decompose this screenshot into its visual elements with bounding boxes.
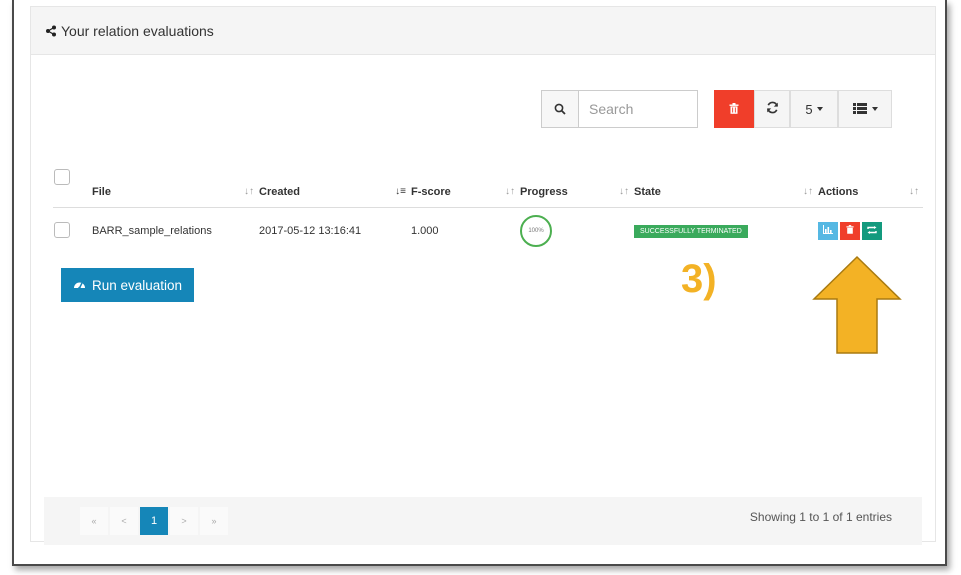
select-all-cell [53, 159, 91, 208]
col-created-label: Created [259, 186, 300, 198]
retweet-icon [867, 225, 877, 237]
col-state-label: State [634, 186, 661, 198]
col-actions-label: Actions [818, 186, 859, 198]
toolbar: 5 [541, 90, 892, 128]
share-icon [45, 25, 57, 37]
delete-row-button[interactable] [840, 222, 861, 240]
table-row: BARR_sample_relations 2017-05-12 13:16:4… [53, 208, 923, 255]
run-evaluation-label: Run evaluation [92, 277, 183, 293]
delete-all-button[interactable] [714, 90, 754, 128]
rerun-button[interactable] [862, 222, 883, 240]
pagination-prev[interactable]: < [110, 507, 138, 535]
window-frame: Your relation evaluations Search 5 File … [12, 0, 947, 566]
col-file-label: File [92, 186, 111, 198]
list-icon [852, 102, 867, 117]
col-progress-label: Progress [520, 186, 568, 198]
search-input[interactable] [578, 90, 698, 128]
row-select-cell [53, 208, 91, 255]
col-created[interactable]: Created ↓≡ [258, 159, 410, 208]
progress-indicator: 100% [520, 215, 552, 247]
col-state[interactable]: State ↓↑ [633, 159, 817, 208]
chevron-down-icon [871, 107, 878, 111]
sort-icon: ↓↑ [803, 186, 813, 197]
panel-title: Your relation evaluations [61, 22, 214, 39]
col-file[interactable]: File ↓↑ [91, 159, 258, 208]
sort-icon: ↓↑ [505, 186, 515, 197]
table-header-row: File ↓↑ Created ↓≡ F-score ↓↑ Progress ↓↑ St… [53, 159, 923, 208]
pagination-first[interactable]: « [80, 507, 108, 535]
columns-toggle-dropdown[interactable] [838, 90, 892, 128]
cell-file: BARR_sample_relations [92, 225, 212, 237]
sort-desc-icon: ↓≡ [395, 186, 406, 197]
cell-state: SUCCESSFULLY TERMINATED [633, 208, 817, 255]
table-footer: « < 1 > » Showing 1 to 1 of 1 entries [44, 497, 922, 545]
panel-header: Your relation evaluations [31, 7, 935, 55]
refresh-button[interactable] [754, 90, 790, 128]
annotation-step-label: 3) [681, 257, 717, 301]
col-fscore[interactable]: F-score ↓↑ [410, 159, 519, 208]
page-size-dropdown[interactable]: 5 [790, 90, 838, 128]
bar-chart-icon [823, 225, 833, 237]
progress-value: 100% [528, 228, 544, 234]
col-fscore-label: F-score [411, 186, 451, 198]
dashboard-icon [73, 278, 86, 293]
pagination-next[interactable]: > [170, 507, 198, 535]
evaluations-panel: Your relation evaluations Search 5 File … [30, 6, 936, 542]
pagination-last[interactable]: » [200, 507, 228, 535]
arrow-up-icon [812, 255, 902, 360]
pagination-page-1[interactable]: 1 [140, 507, 168, 535]
toolbar-button-group: 5 [714, 90, 892, 128]
col-actions[interactable]: Actions ↓↑ [817, 159, 923, 208]
sort-icon: ↓↑ [909, 186, 919, 197]
cell-progress: 100% [519, 208, 633, 255]
search-icon [541, 90, 578, 128]
run-evaluation-button[interactable]: Run evaluation [61, 268, 195, 302]
select-all-checkbox[interactable] [54, 169, 70, 185]
cell-created: 2017-05-12 13:16:41 [259, 225, 362, 237]
trash-icon [729, 102, 739, 117]
col-progress[interactable]: Progress ↓↑ [519, 159, 633, 208]
sort-icon: ↓↑ [244, 186, 254, 197]
row-checkbox[interactable] [54, 221, 70, 238]
chevron-down-icon [816, 107, 823, 111]
page-size-value: 5 [805, 101, 813, 117]
status-badge: SUCCESSFULLY TERMINATED [634, 225, 748, 238]
cell-actions [817, 208, 923, 255]
evaluations-table: File ↓↑ Created ↓≡ F-score ↓↑ Progress ↓↑ St… [53, 159, 923, 254]
sort-icon: ↓↑ [619, 186, 629, 197]
view-results-button[interactable] [818, 222, 838, 240]
trash-icon [846, 225, 854, 237]
refresh-icon [766, 101, 779, 117]
entries-summary: Showing 1 to 1 of 1 entries [749, 510, 892, 524]
cell-fscore: 1.000 [411, 225, 439, 237]
search-group [541, 90, 698, 128]
pagination: « < 1 > » [80, 507, 230, 535]
